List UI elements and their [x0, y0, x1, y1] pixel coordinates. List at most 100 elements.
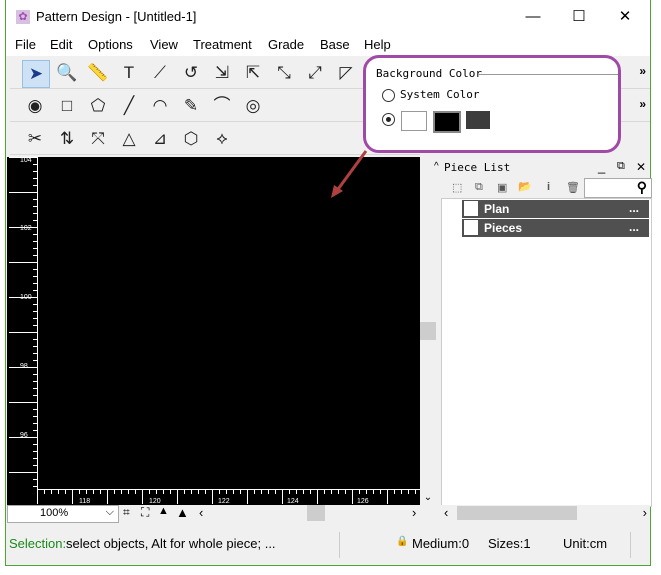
menu-view[interactable]: View	[150, 37, 178, 52]
ruler-tick	[100, 490, 101, 494]
align-x-tool-icon[interactable]: ⤡	[271, 60, 297, 86]
mirror-tool-icon[interactable]: ⟡	[209, 126, 235, 152]
custom-color-radio[interactable]	[382, 113, 395, 126]
edit-tool-icon[interactable]: ✎	[178, 93, 204, 119]
white-swatch[interactable]	[401, 111, 427, 131]
select-tool-icon[interactable]: ➤	[22, 60, 50, 88]
diagonal-tool-icon[interactable]: ◸	[333, 60, 359, 86]
open-folder-icon[interactable]: 📂	[518, 180, 532, 193]
notch-tool-icon[interactable]: ⤧	[85, 126, 111, 152]
menu-grade[interactable]: Grade	[268, 37, 304, 52]
menu-treatment[interactable]: Treatment	[193, 37, 252, 52]
ruler-tick	[9, 262, 37, 263]
scroll-left-icon[interactable]: ‹	[199, 505, 203, 520]
maximize-button[interactable]: ☐	[559, 4, 599, 30]
ruler-tick	[9, 332, 37, 333]
drawing-canvas[interactable]: 104 102 100 98 96 118 120 122 124 126	[7, 157, 420, 505]
checkbox[interactable]	[464, 220, 478, 235]
ruler-tick	[9, 157, 37, 158]
lock-icon: 🔒	[396, 536, 409, 547]
close-button[interactable]: ✕	[605, 4, 645, 30]
dart-tool-icon[interactable]: ✂	[22, 126, 48, 152]
ruler-tick	[33, 213, 37, 214]
rectangle-tool-icon[interactable]: □	[54, 93, 80, 119]
toolbar-overflow-button[interactable]: »	[639, 64, 646, 78]
line-tool-icon[interactable]: ╱	[116, 93, 142, 119]
ruler-tick	[324, 490, 325, 494]
rotate-tool-icon[interactable]: ↺	[178, 60, 204, 86]
menu-edit[interactable]: Edit	[50, 37, 72, 52]
zoom-in-icon[interactable]: ▲	[176, 505, 189, 520]
ruler-tick	[387, 490, 388, 504]
ruler-tick	[33, 444, 37, 445]
close-panel-icon[interactable]: ✕	[636, 160, 646, 174]
menu-options[interactable]: Options	[88, 37, 133, 52]
zoom-tool-icon[interactable]: 🔍	[54, 60, 80, 86]
info-icon[interactable]: i	[547, 181, 550, 193]
triangle-tool-icon[interactable]: △	[116, 126, 142, 152]
scroll-right-icon[interactable]: ›	[412, 505, 416, 520]
list-item[interactable]: Pieces ...	[462, 219, 649, 237]
ruler-tick	[79, 490, 80, 494]
group-icon[interactable]: ▣	[497, 181, 507, 194]
ruler-label: 122	[218, 498, 230, 505]
ruler-tick	[275, 490, 276, 494]
black-swatch[interactable]	[433, 111, 461, 133]
horizontal-ruler: 118 120 122 124 126	[37, 489, 420, 505]
minimize-button[interactable]: —	[513, 4, 553, 30]
piece-list-hscrollbar[interactable]: ‹ ›	[441, 505, 650, 521]
search-icon: ⚲	[636, 179, 647, 195]
piece-tool-icon[interactable]: ⬡	[178, 126, 204, 152]
minimize-panel-icon[interactable]: _	[598, 159, 605, 174]
item-more-button[interactable]: ...	[629, 220, 639, 234]
move-x-tool-icon[interactable]: ⇲	[209, 60, 235, 86]
canvas-vertical-scrollbar[interactable]: ⌄	[420, 157, 436, 505]
ruler-tick	[33, 374, 37, 375]
text-tool-icon[interactable]: T	[116, 60, 142, 86]
ruler-tick	[33, 185, 37, 186]
circle-tool-icon[interactable]: ◎	[240, 93, 266, 119]
ruler-tick	[296, 490, 297, 494]
zoom-out-icon[interactable]: ▲	[158, 505, 169, 517]
copy-piece-icon[interactable]: ⧉	[475, 181, 483, 194]
ruler-tool-icon[interactable]: 📏	[85, 60, 111, 86]
ruler-label: 118	[79, 498, 91, 505]
ruler-tick	[415, 490, 416, 494]
new-piece-icon[interactable]: ⬚	[452, 181, 462, 194]
checkbox[interactable]	[464, 201, 478, 216]
align-y-tool-icon[interactable]: ⤢	[302, 60, 328, 86]
toolbar-overflow-button[interactable]: »	[639, 97, 646, 111]
pleat-tool-icon[interactable]: ⇅	[54, 126, 80, 152]
item-more-button[interactable]: ...	[629, 201, 639, 215]
menu-help[interactable]: Help	[364, 37, 391, 52]
system-color-radio[interactable]	[382, 89, 395, 102]
collapse-icon[interactable]: ^	[434, 161, 439, 172]
fullscreen-icon[interactable]: ⛶	[141, 505, 149, 520]
dark-gray-swatch[interactable]	[466, 111, 490, 129]
ruler-tick	[51, 490, 52, 494]
ruler-label: 120	[149, 498, 161, 505]
ruler-tick	[33, 339, 37, 340]
menu-file[interactable]: File	[15, 37, 36, 52]
point-tool-icon[interactable]: ◉	[22, 93, 48, 119]
fit-icon[interactable]: ⌗	[123, 505, 130, 520]
horizontal-scroll-thumb[interactable]	[307, 505, 325, 521]
curve-tool-icon[interactable]: ◠	[147, 93, 173, 119]
list-item[interactable]: Plan ...	[462, 200, 649, 218]
menu-base[interactable]: Base	[320, 37, 350, 52]
delete-icon[interactable]: 🗑	[566, 181, 580, 194]
ruler-tick	[289, 490, 290, 494]
item-label: Pieces	[484, 221, 523, 235]
ruler-tick	[33, 388, 37, 389]
arc-tool-icon[interactable]: ⌒	[209, 93, 235, 119]
zoom-select[interactable]: 100% ⌵	[7, 505, 119, 523]
status-bar: Selection: select objects, Alt for whole…	[6, 528, 650, 562]
polygon-tool-icon[interactable]: ⬠	[85, 93, 111, 119]
float-panel-icon[interactable]: ⧉	[617, 160, 625, 173]
piece-search-input[interactable]: ⚲	[584, 178, 652, 198]
status-prefix: Selection:	[9, 536, 67, 551]
cut-line-tool-icon[interactable]: ⟋	[147, 60, 173, 86]
ruler-tick	[401, 490, 402, 494]
corner-tool-icon[interactable]: ⊿	[147, 126, 173, 152]
move-y-tool-icon[interactable]: ⇱	[240, 60, 266, 86]
